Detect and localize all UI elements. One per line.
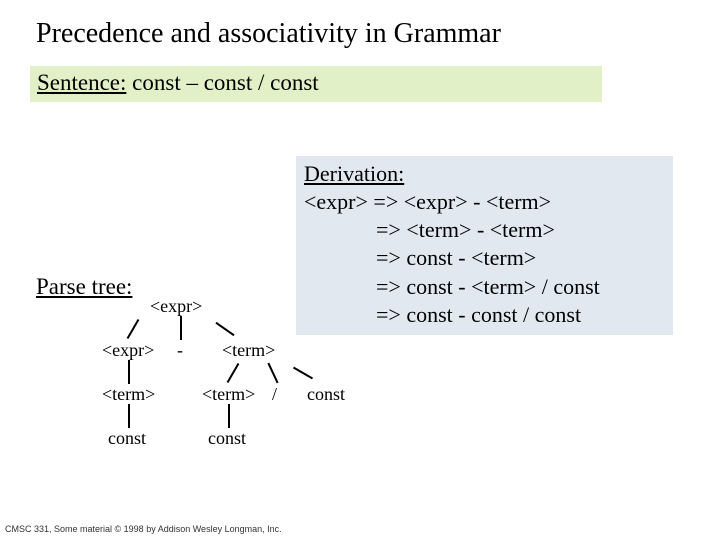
tree-edge	[128, 360, 130, 384]
tree-node: <expr>	[102, 340, 154, 361]
parse-tree: <expr> <expr> - <term> <term> <term> / c…	[102, 296, 432, 496]
footer-copyright: CMSC 331, Some material © 1998 by Addiso…	[5, 524, 282, 534]
page-title: Precedence and associativity in Grammar	[0, 0, 720, 62]
derivation-line: => const - <term>	[304, 244, 667, 272]
tree-node-root: <expr>	[150, 296, 202, 317]
sentence-text: const – const / const	[126, 70, 318, 95]
tree-edge	[128, 404, 130, 428]
tree-node: /	[272, 384, 277, 405]
tree-node: <term>	[102, 384, 155, 405]
sentence-box: Sentence: const – const / const	[30, 66, 602, 102]
tree-edge	[228, 404, 230, 428]
derivation-title: Derivation:	[304, 161, 404, 186]
tree-edge	[227, 363, 240, 383]
sentence-label: Sentence:	[37, 70, 126, 95]
tree-edge	[293, 367, 313, 380]
tree-node: <term>	[222, 340, 275, 361]
tree-node: -	[177, 340, 183, 361]
derivation-line: <expr> => <expr> - <term>	[304, 188, 667, 216]
tree-edge	[127, 319, 140, 339]
derivation-line: => <term> - <term>	[304, 216, 667, 244]
tree-node: const	[108, 428, 146, 449]
tree-edge	[215, 322, 234, 336]
tree-node: <term>	[202, 384, 255, 405]
tree-edge	[180, 316, 182, 340]
tree-node: const	[208, 428, 246, 449]
tree-edge	[267, 363, 278, 384]
tree-node: const	[307, 384, 345, 405]
